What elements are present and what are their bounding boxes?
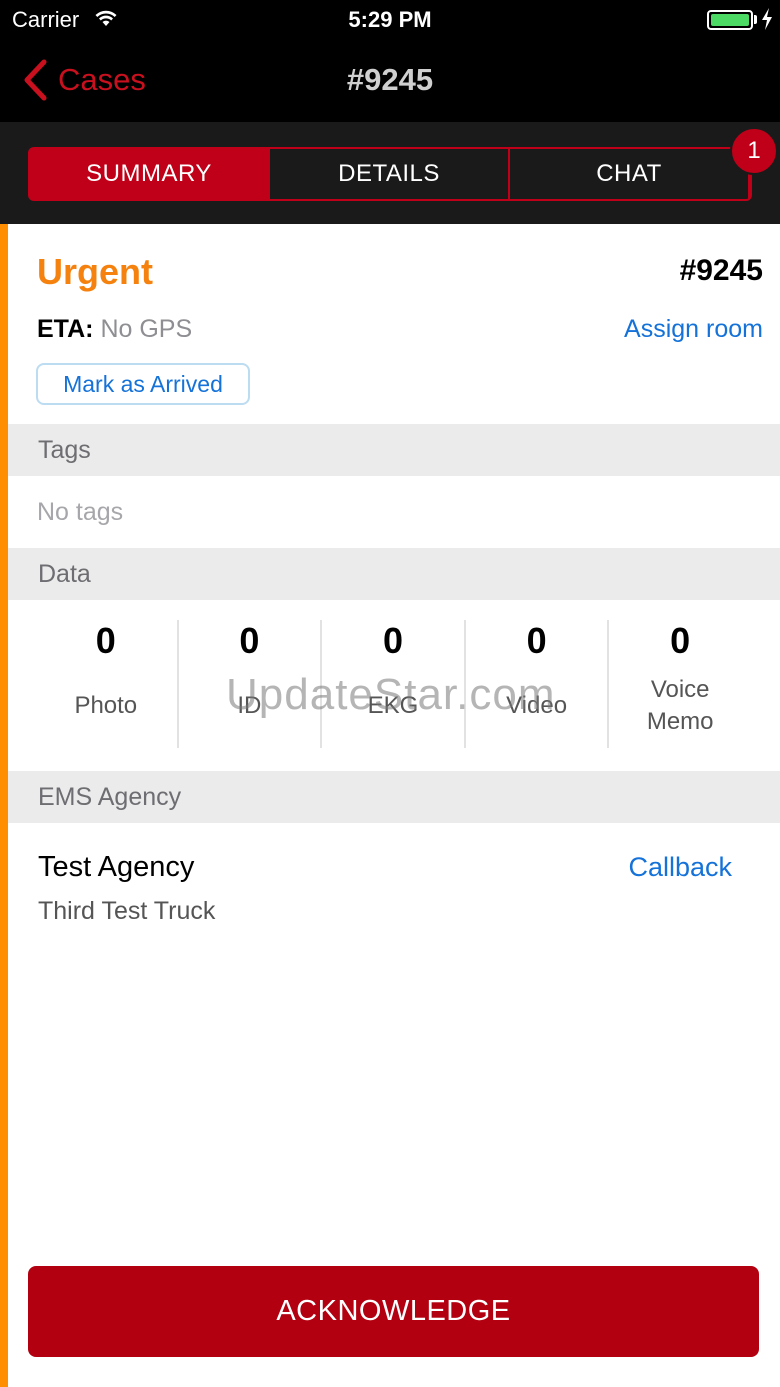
data-count: 0 [526,620,547,661]
status-bar: Carrier 5:29 PM [0,0,780,40]
data-label: EKG [367,692,419,719]
status-time: 5:29 PM [348,7,432,32]
tab-chat[interactable]: CHAT [510,149,750,199]
data-label-line: Memo [646,708,714,735]
case-number: #9245 [679,254,763,287]
priority-label: Urgent [37,251,153,292]
data-label: Voice Memo [609,674,751,738]
tab-details[interactable]: DETAILS [270,149,510,199]
data-item-voice-memo[interactable]: 0 Voice Memo [609,620,751,748]
case-summary: Urgent #9245 ETA: No GPS Assign room Mar… [0,224,780,1387]
agency-unit: Third Test Truck [38,897,216,925]
navigation-bar: Cases #9245 [0,40,780,122]
data-item-video[interactable]: 0 Video [466,620,610,748]
tab-summary[interactable]: SUMMARY [30,149,270,199]
eta-label: ETA: [37,315,94,343]
no-tags-text: No tags [37,498,124,526]
ems-agency-header: EMS Agency [8,771,780,823]
segmented-control: SUMMARY DETAILS CHAT 1 [28,127,778,201]
data-item-ekg[interactable]: 0 EKG [322,620,466,748]
data-item-photo[interactable]: 0 Photo [35,620,179,748]
data-count: 0 [239,620,260,661]
priority-stripe [0,224,8,1387]
battery-tip [754,15,757,24]
mark-arrived-button[interactable]: Mark as Arrived [36,363,250,405]
data-count: 0 [382,620,403,661]
data-counts: 0 Photo 0 ID 0 EKG 0 Video 0 Voice Memo [35,620,751,748]
acknowledge-button[interactable]: ACKNOWLEDGE [28,1266,759,1357]
data-count: 0 [95,620,116,661]
data-label: Photo [74,692,138,719]
data-item-id[interactable]: 0 ID [179,620,323,748]
eta-value: No GPS [100,315,193,343]
battery-icon [707,10,753,30]
battery-fill [711,14,749,26]
data-header: Data [8,548,780,600]
eta-row: ETA: No GPS [37,315,192,344]
back-button[interactable]: Cases [22,58,146,102]
data-label-line: Voice [650,676,710,703]
callback-link[interactable]: Callback [628,852,732,883]
tab-bar: SUMMARY DETAILS CHAT 1 [0,122,780,224]
assign-room-link[interactable]: Assign room [624,315,763,344]
agency-name: Test Agency [38,851,195,883]
chevron-left-icon [24,59,47,101]
back-button-label: Cases [58,62,146,97]
chat-unread-badge: 1 [730,127,778,175]
data-label: ID [237,692,262,719]
tags-header: Tags [8,424,780,476]
data-count: 0 [670,620,691,661]
charging-bolt-icon [762,8,772,30]
data-label: Video [506,692,568,719]
